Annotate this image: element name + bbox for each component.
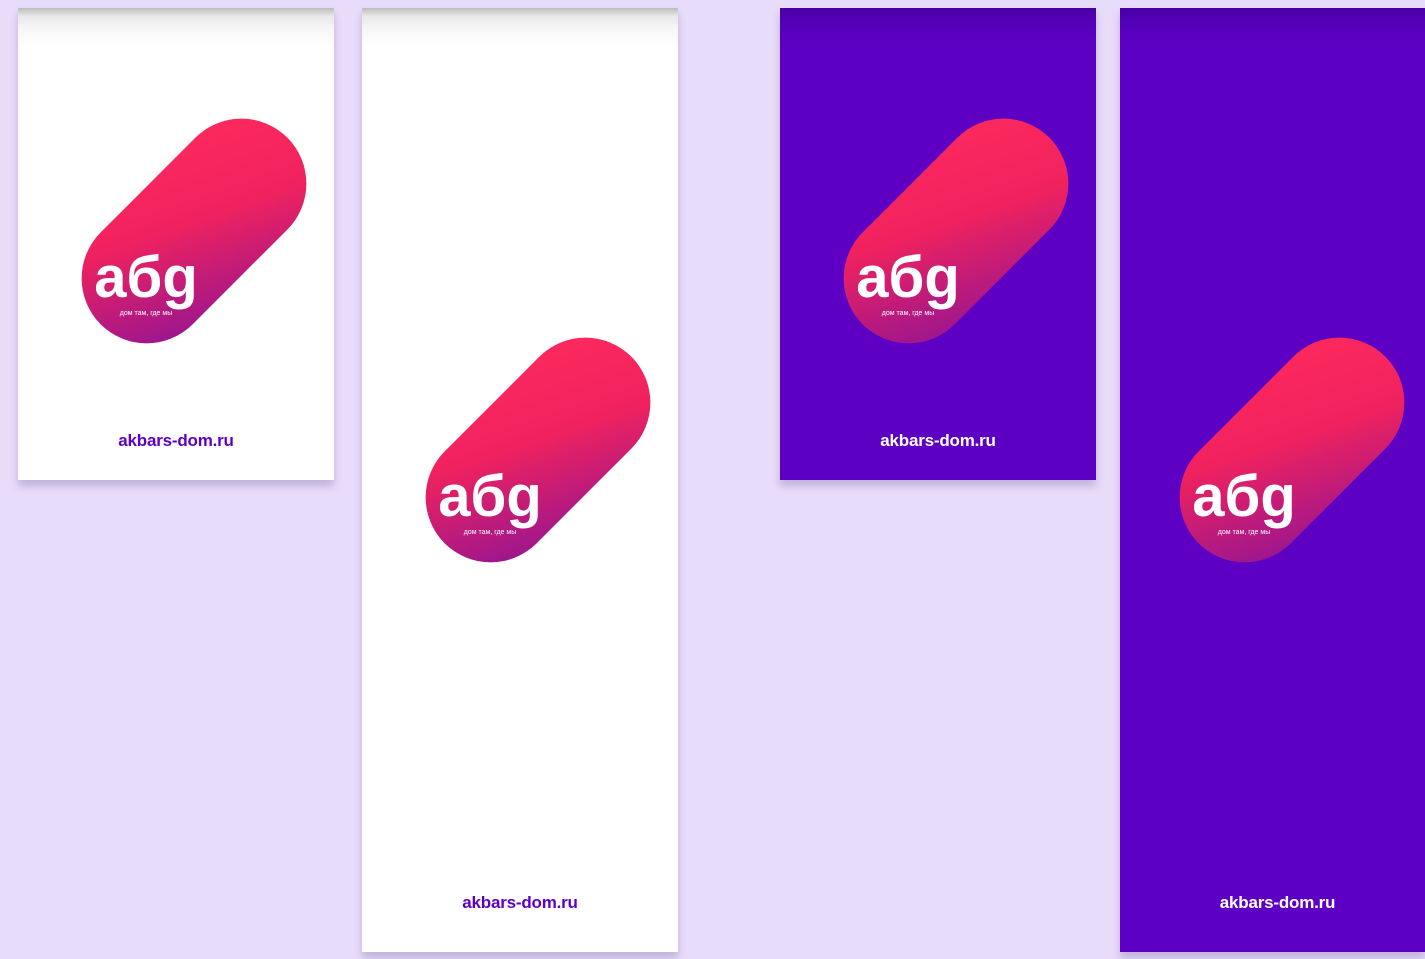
banner-purple-tall: абg дом там, где мы akbars-dom.ru	[1120, 8, 1425, 952]
site-label: akbars-dom.ru	[880, 431, 996, 450]
banner-purple-short: абg дом там, где мы akbars-dom.ru	[780, 8, 1096, 480]
svg-text:абg: абg	[1192, 464, 1296, 529]
banner-white-short: абg дом там, где мы akbars-dom.ru	[18, 8, 334, 480]
svg-text:дом там, где мы: дом там, где мы	[120, 310, 172, 317]
site-label: akbars-dom.ru	[462, 893, 578, 912]
svg-text:абg: абg	[438, 464, 542, 529]
abd-logo: абg дом там, где мы	[1164, 330, 1420, 570]
banner-hanger-bar	[780, 8, 1096, 46]
abd-logo: абg дом там, где мы	[410, 330, 666, 570]
svg-text:дом там, где мы: дом там, где мы	[882, 310, 934, 317]
banner-hanger-bar	[18, 8, 334, 46]
banner-hanger-bar	[1120, 8, 1425, 46]
abd-logo: абg дом там, где мы	[828, 111, 1084, 351]
svg-text:дом там, где мы: дом там, где мы	[464, 529, 516, 536]
svg-text:дом там, где мы: дом там, где мы	[1218, 529, 1270, 536]
svg-text:абg: абg	[856, 245, 960, 310]
site-label: akbars-dom.ru	[118, 431, 234, 450]
banner-white-tall: абg дом там, где мы akbars-dom.ru	[362, 8, 678, 952]
abd-logo: абg дом там, где мы	[66, 111, 322, 351]
site-label: akbars-dom.ru	[1219, 893, 1336, 912]
banner-hanger-bar	[362, 8, 678, 46]
svg-text:абg: абg	[94, 245, 198, 310]
